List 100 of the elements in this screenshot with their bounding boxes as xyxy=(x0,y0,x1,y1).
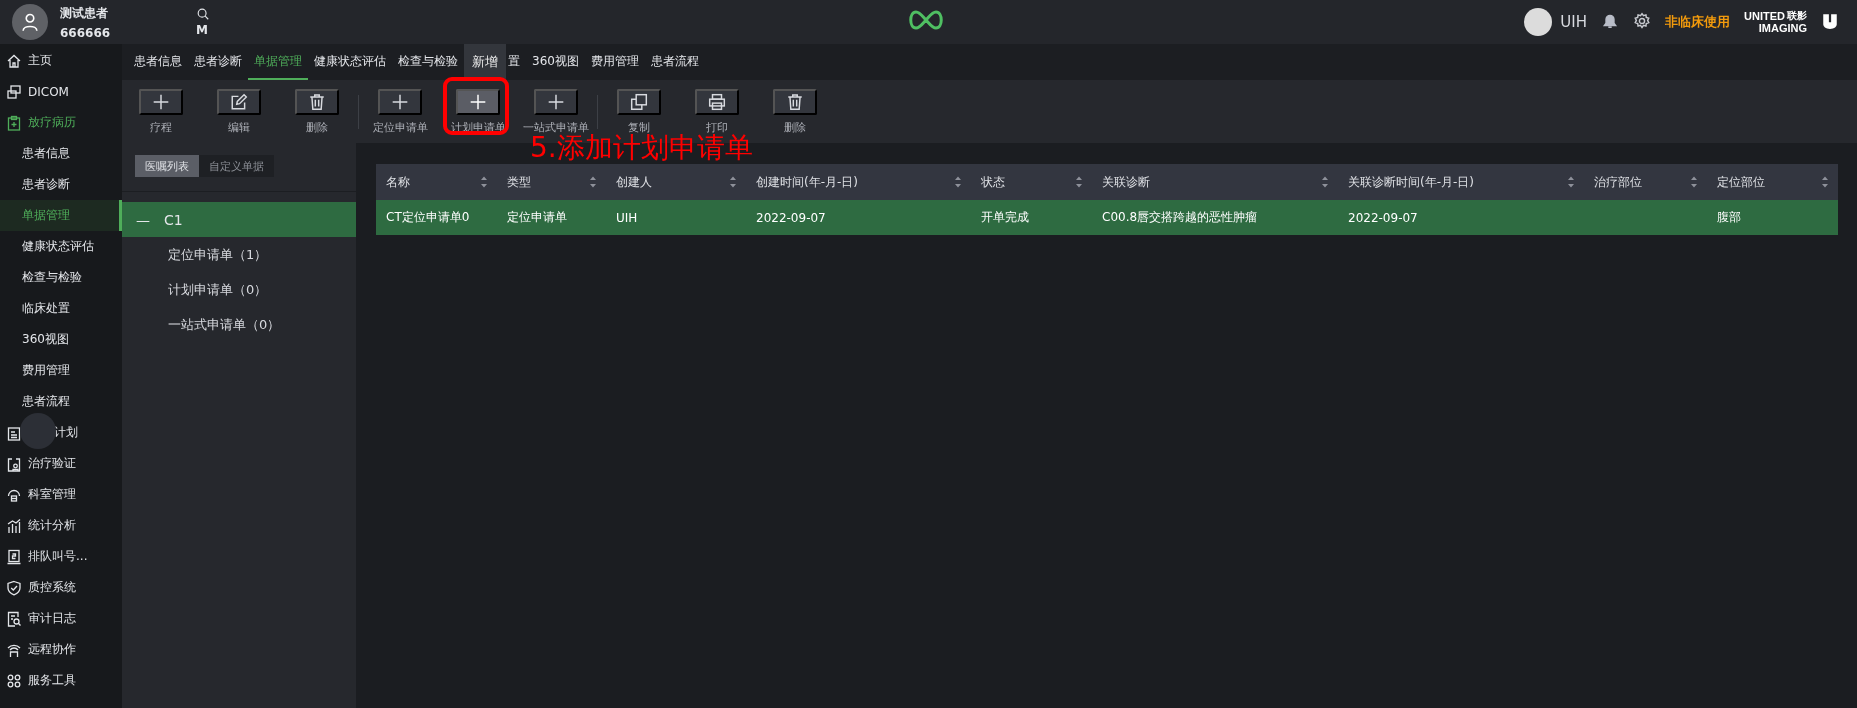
toolbar-button[interactable] xyxy=(617,88,661,115)
patient-id: 666666 xyxy=(60,25,112,40)
printer-icon xyxy=(708,92,726,111)
annotation-text: 5.添加计划申请单 xyxy=(530,133,753,163)
table-cell: 定位申请单 xyxy=(497,200,606,235)
user-name[interactable]: UIH xyxy=(1560,13,1588,31)
tree-leaf[interactable]: 一站式申请单（0） xyxy=(122,307,356,342)
toolbar-button[interactable] xyxy=(378,88,422,115)
sidebar-item[interactable]: 远程协作 xyxy=(0,634,122,665)
segment-tab[interactable]: 自定义单据 xyxy=(199,155,274,177)
sidebar-subitem[interactable]: 健康状态评估 xyxy=(0,231,122,262)
toolbar-label: 删除 xyxy=(306,119,328,135)
column-header[interactable]: 类型 xyxy=(497,164,606,200)
sort-icon xyxy=(728,175,738,189)
sidebar-subitem[interactable]: 检查与检验 xyxy=(0,262,122,293)
sidebar-item[interactable]: 放疗病历 xyxy=(0,107,122,138)
sidebar-subitem[interactable]: 患者流程 xyxy=(0,386,122,417)
person-icon xyxy=(20,12,40,32)
tab[interactable]: 患者诊断 xyxy=(188,44,248,80)
sidebar-item[interactable]: 科室管理 xyxy=(0,479,122,510)
tab[interactable]: 检查与检验 xyxy=(392,44,464,80)
trash-icon xyxy=(786,92,804,111)
collapse-toggle[interactable]: — xyxy=(136,211,150,228)
toolbar-label: 打印 xyxy=(706,119,728,134)
toolbar-button[interactable] xyxy=(695,88,739,115)
sidebar-item[interactable]: 质控系统 xyxy=(0,572,122,603)
table-cell: CT定位申请单0 xyxy=(376,200,497,235)
avatar[interactable] xyxy=(12,4,48,40)
column-header[interactable]: 关联诊断时间(年-月-日) xyxy=(1338,164,1584,200)
sidebar-item[interactable]: 主页 xyxy=(0,45,122,76)
sort-icon xyxy=(953,175,963,189)
sidebar-item[interactable]: 服务工具 xyxy=(0,665,122,696)
document-search-icon xyxy=(6,610,22,627)
column-header[interactable]: 名称 xyxy=(376,164,497,200)
plus-icon xyxy=(547,92,565,111)
table-cell: C00.8唇交搭跨越的恶性肿瘤 xyxy=(1092,200,1338,235)
home-icon xyxy=(6,52,22,69)
toolbar-button[interactable] xyxy=(295,88,339,115)
sidebar-item[interactable]: 排队叫号... xyxy=(0,541,122,572)
sort-icon xyxy=(1566,175,1576,189)
plus-icon xyxy=(152,92,170,111)
table-cell: 腹部 xyxy=(1707,200,1838,235)
tooltip: 新增 xyxy=(464,44,506,80)
toolbar-button[interactable] xyxy=(456,88,500,115)
toolbar-label: 一站式申请单 xyxy=(523,119,589,134)
settings-icon xyxy=(1633,11,1652,30)
tree-leaf[interactable]: 计划申请单（0） xyxy=(122,272,356,307)
sidebar-subitem[interactable]: 患者信息 xyxy=(0,138,122,169)
sidebar-item[interactable]: 审计日志 xyxy=(0,603,122,634)
tree-node[interactable]: — C1 xyxy=(122,202,356,237)
sidebar-item[interactable]: DICOM xyxy=(0,76,122,107)
grid-icon xyxy=(6,672,22,689)
tab[interactable]: 费用管理 xyxy=(584,44,645,80)
sidebar-item[interactable]: 计划 xyxy=(0,417,122,448)
toolbar-button[interactable] xyxy=(139,88,183,115)
search-icon xyxy=(196,7,210,21)
toolbar-button[interactable] xyxy=(534,88,578,115)
brand-text: 联影 xyxy=(1787,10,1807,22)
sidebar-item[interactable]: 治疗验证 xyxy=(0,448,122,479)
column-header[interactable]: 治疗部位 xyxy=(1584,164,1707,200)
column-header[interactable]: 状态 xyxy=(971,164,1092,200)
sidebar-subitem[interactable]: 患者诊断 xyxy=(0,169,122,200)
tree-leaf[interactable]: 定位申请单（1） xyxy=(122,237,356,272)
tab[interactable]: 患者信息 xyxy=(128,44,188,80)
tab[interactable]: 患者流程 xyxy=(644,44,705,80)
toolbar-button[interactable] xyxy=(217,88,261,115)
table-cell: 开单完成 xyxy=(971,200,1092,235)
sort-icon xyxy=(1689,175,1699,189)
column-header[interactable]: 创建时间(年-月-日) xyxy=(746,164,971,200)
search-label[interactable]: M xyxy=(196,23,208,37)
sort-icon xyxy=(1320,175,1330,189)
column-header[interactable]: 定位部位 xyxy=(1707,164,1838,200)
tab[interactable]: 健康状态评估 xyxy=(308,44,392,80)
toolbar-label: 定位申请单 xyxy=(372,119,428,135)
segment-tab[interactable]: 医嘱列表 xyxy=(135,155,199,177)
user-avatar[interactable] xyxy=(1524,8,1553,36)
table-cell: 2022-09-07 xyxy=(1338,200,1584,235)
toolbar-label: 删除 xyxy=(784,119,806,135)
brand-text: IMAGING xyxy=(1758,22,1807,34)
toolbar-label: 编辑 xyxy=(228,119,250,135)
clipboard-icon xyxy=(6,114,22,131)
table-cell: 2022-09-07 xyxy=(746,200,971,235)
toolbar-label: 疗程 xyxy=(150,119,172,135)
column-header[interactable]: 创建人 xyxy=(606,164,746,200)
sidebar-subitem[interactable]: 临床处置 xyxy=(0,293,122,324)
sidebar-subitem[interactable]: 360视图 xyxy=(0,324,122,355)
tab[interactable]: 360视图 xyxy=(526,44,585,80)
sort-icon xyxy=(588,175,598,189)
bar-chart-icon xyxy=(6,517,22,534)
sort-icon xyxy=(479,175,489,189)
plus-icon xyxy=(391,92,409,111)
sidebar-subitem[interactable]: 费用管理 xyxy=(0,355,122,386)
number-screen-icon xyxy=(6,548,22,565)
tree-label: C1 xyxy=(164,211,183,228)
sidebar-item[interactable]: 统计分析 xyxy=(0,510,122,541)
sidebar-subitem[interactable]: 单据管理 xyxy=(0,200,122,231)
column-header[interactable]: 关联诊断 xyxy=(1092,164,1338,200)
sort-icon xyxy=(1074,175,1084,189)
toolbar-button[interactable] xyxy=(773,88,817,115)
toolbar-label: 复制 xyxy=(628,119,650,134)
